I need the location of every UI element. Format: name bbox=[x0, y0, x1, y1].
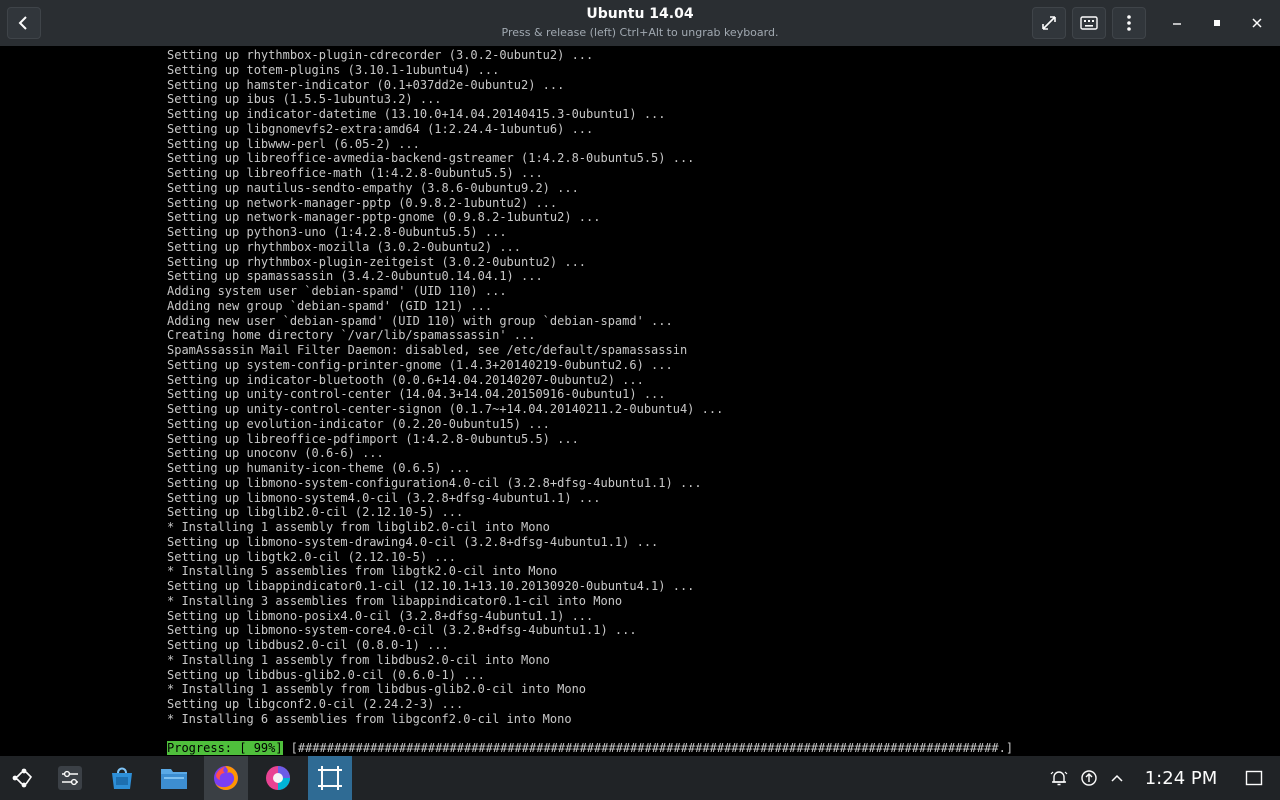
back-button[interactable] bbox=[7, 7, 41, 39]
terminal-line: Setting up libdbus-glib2.0-cil (0.6.0-1)… bbox=[167, 667, 485, 682]
close-icon bbox=[1252, 18, 1262, 28]
terminal-line: Setting up libmono-system-drawing4.0-cil… bbox=[167, 534, 659, 549]
terminal-line: Setting up evolution-indicator (0.2.20-0… bbox=[167, 416, 550, 431]
terminal-line: Setting up network-manager-pptp (0.9.8.2… bbox=[167, 195, 558, 210]
terminal-line: Setting up totem-plugins (3.10.1-1ubuntu… bbox=[167, 62, 500, 77]
terminal-line: Setting up ibus (1.5.5-1ubuntu3.2) ... bbox=[167, 92, 442, 107]
app-launcher-icon bbox=[12, 768, 33, 788]
terminal-line: Setting up libmono-system-configuration4… bbox=[167, 475, 702, 490]
notifications-icon bbox=[1050, 771, 1068, 786]
vm-console[interactable]: Setting up rhythmbox-plugin-cdrecorder (… bbox=[0, 46, 1280, 756]
terminal-line: Setting up indicator-bluetooth (0.0.6+14… bbox=[167, 372, 644, 387]
file-manager-icon bbox=[161, 769, 187, 789]
progress-bar: [#######################################… bbox=[290, 741, 1014, 755]
terminal-line: Creating home directory `/var/lib/spamas… bbox=[167, 328, 536, 343]
keyboard-icon bbox=[1080, 16, 1098, 30]
terminal-line: Setting up network-manager-pptp-gnome (0… bbox=[167, 210, 601, 225]
terminal-line: Setting up unity-control-center-signon (… bbox=[167, 402, 724, 416]
terminal-output: Setting up rhythmbox-plugin-cdrecorder (… bbox=[167, 48, 723, 727]
menu-button[interactable] bbox=[1112, 7, 1146, 39]
show-desktop-button[interactable] bbox=[1238, 756, 1270, 800]
terminal-line: Setting up spamassassin (3.4.2-0ubuntu0.… bbox=[167, 269, 543, 284]
terminal-line: Setting up nautilus-sendto-empathy (3.8.… bbox=[167, 180, 579, 195]
tray-expand-icon bbox=[1111, 774, 1123, 782]
terminal-line: * Installing 5 assemblies from libgtk2.0… bbox=[167, 564, 558, 579]
taskbar: 1:24 PM bbox=[0, 756, 1280, 800]
back-arrow-icon bbox=[18, 16, 27, 30]
terminal-line: Setting up libreoffice-math (1:4.2.8-0ub… bbox=[167, 166, 543, 180]
tray-updates[interactable] bbox=[1076, 756, 1102, 800]
terminal-line: Setting up libappindicator0.1-cil (12.10… bbox=[167, 579, 695, 593]
terminal-line: Setting up system-config-printer-gnome (… bbox=[167, 357, 673, 372]
terminal-line: Setting up unoconv (0.6-6) ... bbox=[167, 446, 384, 461]
terminal-line: Setting up rhythmbox-plugin-cdrecorder (… bbox=[167, 48, 594, 62]
application-launcher[interactable] bbox=[0, 756, 44, 800]
terminal-line: * Installing 1 assembly from libdbus-gli… bbox=[167, 682, 587, 697]
terminal-line: Setting up libreoffice-avmedia-backend-g… bbox=[167, 151, 695, 166]
terminal-line: * Installing 3 assemblies from libappind… bbox=[167, 593, 623, 608]
terminal-line: Setting up hamster-indicator (0.1+037dd2… bbox=[167, 77, 565, 92]
updates-icon bbox=[1081, 770, 1097, 786]
terminal-line: Setting up indicator-datetime (13.10.0+1… bbox=[167, 107, 666, 121]
terminal-line: SpamAssassin Mail Filter Daemon: disable… bbox=[167, 343, 688, 357]
maximize-button[interactable] bbox=[1200, 7, 1234, 39]
vm-window-icon bbox=[318, 766, 342, 790]
terminal-line: Setting up unity-control-center (14.04.3… bbox=[167, 387, 666, 402]
window-subtitle: Press & release (left) Ctrl+Alt to ungra… bbox=[501, 26, 779, 39]
terminal-line: Setting up python3-uno (1:4.2.8-0ubuntu5… bbox=[167, 225, 507, 239]
terminal-line: * Installing 6 assemblies from libgconf2… bbox=[167, 711, 572, 726]
terminal-line: Setting up libmono-posix4.0-cil (3.2.8+d… bbox=[167, 608, 594, 623]
minimize-button[interactable] bbox=[1160, 7, 1194, 39]
show-desktop-icon bbox=[1245, 770, 1263, 786]
window-titlebar: Ubuntu 14.04 Press & release (left) Ctrl… bbox=[0, 0, 1280, 46]
title-block: Ubuntu 14.04 Press & release (left) Ctrl… bbox=[400, 6, 880, 41]
menu-dots-icon bbox=[1127, 15, 1131, 31]
discover-store-icon bbox=[112, 767, 132, 789]
maximize-icon bbox=[1214, 20, 1220, 26]
clock[interactable]: 1:24 PM bbox=[1138, 756, 1224, 800]
terminal-line: Adding new group `debian-spamd' (GID 121… bbox=[167, 298, 493, 313]
terminal-line: Setting up libglib2.0-cil (2.12.10-5) ..… bbox=[167, 505, 464, 520]
window-title: Ubuntu 14.04 bbox=[586, 6, 694, 22]
terminal-line: Setting up libgnomevfs2-extra:amd64 (1:2… bbox=[167, 121, 594, 136]
terminal-line: Setting up libmono-system4.0-cil (3.2.8+… bbox=[167, 490, 601, 505]
terminal-line: Setting up rhythmbox-plugin-zeitgeist (3… bbox=[167, 254, 587, 269]
terminal-line: Setting up libreoffice-pdfimport (1:4.2.… bbox=[167, 431, 579, 446]
terminal-line: Setting up libgtk2.0-cil (2.12.10-5) ... bbox=[167, 549, 456, 564]
taskbar-discover[interactable] bbox=[100, 756, 144, 800]
color-app-icon bbox=[266, 766, 290, 790]
tray-notifications[interactable] bbox=[1046, 756, 1072, 800]
firefox-icon bbox=[214, 766, 238, 790]
terminal-line: Setting up libmono-system-core4.0-cil (3… bbox=[167, 623, 637, 638]
fullscreen-icon bbox=[1042, 16, 1056, 30]
terminal-line: Setting up libwww-perl (6.05-2) ... bbox=[167, 136, 420, 151]
terminal-line: * Installing 1 assembly from libdbus2.0-… bbox=[167, 652, 550, 667]
close-button[interactable] bbox=[1240, 7, 1274, 39]
terminal-line: Adding system user `debian-spamd' (UID 1… bbox=[167, 284, 507, 298]
keyboard-button[interactable] bbox=[1072, 7, 1106, 39]
taskbar-firefox[interactable] bbox=[204, 756, 248, 800]
terminal-line: * Installing 1 assembly from libglib2.0-… bbox=[167, 520, 550, 534]
progress-label: Progress: [ 99%] bbox=[167, 741, 283, 755]
minimize-icon bbox=[1173, 23, 1181, 25]
terminal-line: Setting up libgconf2.0-cil (2.24.2-3) ..… bbox=[167, 697, 464, 711]
tray-expand-button[interactable] bbox=[1104, 756, 1130, 800]
taskbar-file-manager[interactable] bbox=[152, 756, 196, 800]
apt-progress: Progress: [ 99%] [#######################… bbox=[167, 741, 1013, 755]
fullscreen-button[interactable] bbox=[1032, 7, 1066, 39]
terminal-line: Adding new user `debian-spamd' (UID 110)… bbox=[167, 313, 673, 328]
taskbar-vm-window[interactable] bbox=[308, 756, 352, 800]
taskbar-system-settings[interactable] bbox=[48, 756, 92, 800]
terminal-line: Setting up humanity-icon-theme (0.6.5) .… bbox=[167, 461, 471, 475]
system-settings-icon bbox=[58, 766, 82, 790]
taskbar-color-app[interactable] bbox=[256, 756, 300, 800]
terminal-line: Setting up rhythmbox-mozilla (3.0.2-0ubu… bbox=[167, 239, 522, 254]
terminal-line: Setting up libdbus2.0-cil (0.8.0-1) ... bbox=[167, 638, 449, 652]
